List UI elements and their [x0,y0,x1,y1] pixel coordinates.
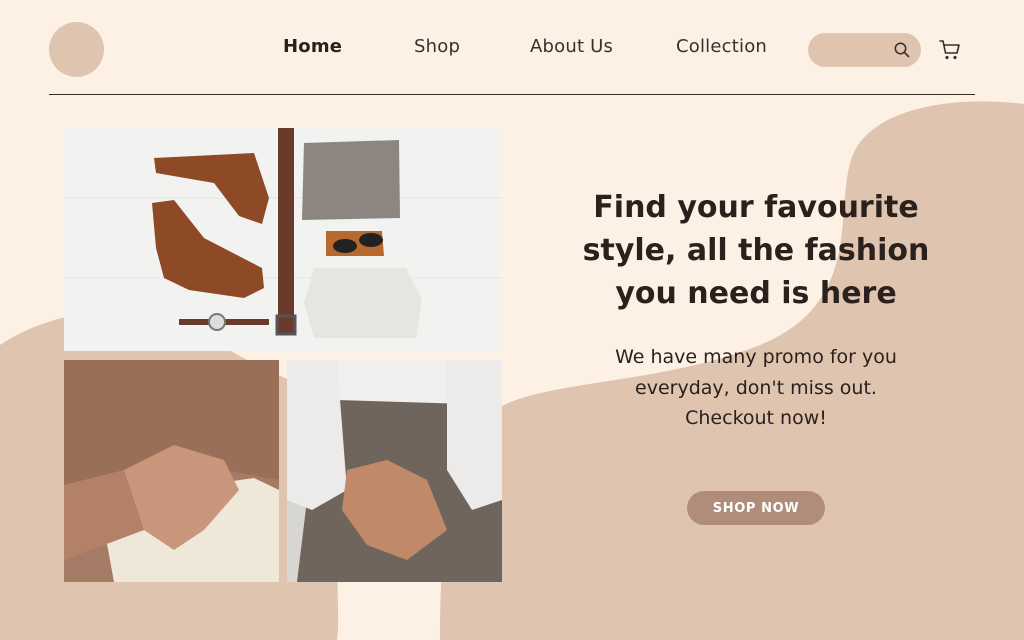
cart-icon[interactable] [938,38,962,62]
hero-headline-line: you need is here [615,276,897,311]
hero-headline-line: style, all the fashion [582,233,930,268]
search-input[interactable] [808,33,921,67]
header-divider [49,94,975,95]
nav-home[interactable]: Home [283,36,342,57]
trousers-photo [287,360,502,582]
hero-subtext-line: We have many promo for you [615,346,897,368]
logo[interactable] [49,22,104,77]
shop-now-button[interactable]: SHOP NOW [687,491,825,525]
search-icon[interactable] [893,41,911,59]
hero-subtext: We have many promo for you everyday, don… [595,342,917,434]
hero-headline: Find your favourite style, all the fashi… [570,186,942,315]
nav-about-us[interactable]: About Us [530,36,613,57]
hero-headline-line: Find your favourite [593,190,919,225]
flatlay-photo [64,128,502,351]
hero-subtext-line: Checkout now! [685,407,827,429]
nav-collection[interactable]: Collection [676,36,767,57]
hero-subtext-line: everyday, don't miss out. [635,376,877,399]
nav-shop[interactable]: Shop [414,36,460,57]
ribbed-top-photo [64,360,279,582]
